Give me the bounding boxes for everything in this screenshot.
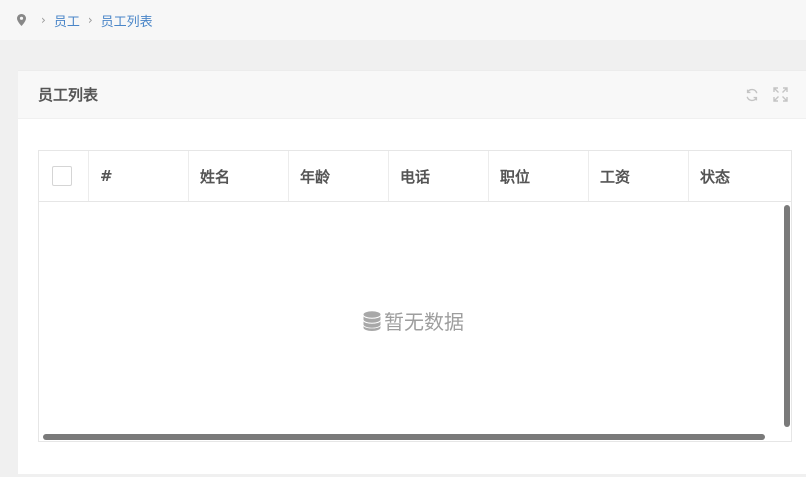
table-header-row: # 姓名 年龄 电话 职位 工资 状态 [39, 151, 791, 202]
database-icon [363, 310, 381, 331]
empty-state: 暂无数据 [363, 306, 464, 335]
horizontal-scrollbar[interactable] [43, 434, 765, 440]
select-all-checkbox[interactable] [52, 166, 72, 186]
column-header-phone[interactable]: 电话 [389, 151, 489, 201]
column-header-name[interactable]: 姓名 [189, 151, 289, 201]
fullscreen-icon[interactable] [772, 87, 788, 103]
column-header-salary[interactable]: 工资 [589, 151, 689, 201]
select-all-cell [39, 151, 89, 201]
column-header-status[interactable]: 状态 [689, 151, 789, 201]
breadcrumb-item-employees[interactable]: 员工 [54, 11, 80, 30]
breadcrumb-separator: › [41, 13, 46, 27]
column-header-position[interactable]: 职位 [489, 151, 589, 201]
panel-tools [744, 87, 788, 103]
employee-table: # 姓名 年龄 电话 职位 工资 状态 暂无数据 [38, 150, 792, 442]
panel-header: 员工列表 [18, 71, 806, 119]
column-header-index[interactable]: # [89, 151, 189, 201]
empty-text: 暂无数据 [384, 310, 464, 334]
vertical-scrollbar[interactable] [784, 205, 790, 427]
column-header-age[interactable]: 年龄 [289, 151, 389, 201]
breadcrumb-separator: › [87, 13, 93, 27]
breadcrumb: › 员工 › 员工列表 [0, 0, 806, 40]
table-body: 暂无数据 [39, 202, 791, 441]
location-pin-icon [15, 14, 27, 26]
employee-list-panel: 员工列表 # 姓名 年龄 电话 职位 工资 状态 暂无数据 [18, 70, 806, 474]
refresh-icon[interactable] [744, 87, 760, 103]
breadcrumb-item-employee-list[interactable]: 员工列表 [101, 11, 153, 30]
panel-title: 员工列表 [38, 86, 99, 104]
